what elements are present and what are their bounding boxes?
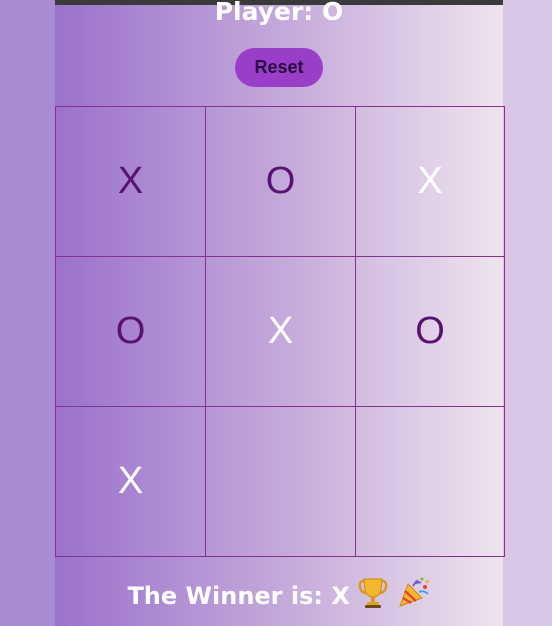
winner-banner: The Winner is: X: [55, 576, 503, 618]
page-background-right: [503, 0, 552, 626]
party-popper-icon: [397, 576, 431, 618]
page-background-left: [0, 0, 55, 626]
board-cell-1[interactable]: X: [55, 106, 206, 257]
winner-text: The Winner is: X: [127, 582, 350, 610]
board-cell-4[interactable]: O: [55, 256, 206, 407]
board-cell-7[interactable]: X: [55, 406, 206, 557]
board-cell-8[interactable]: [205, 406, 356, 557]
board-cell-9[interactable]: [355, 406, 505, 557]
board-cell-5[interactable]: X: [205, 256, 356, 407]
trophy-icon: [358, 576, 388, 618]
reset-button[interactable]: Reset: [235, 48, 323, 87]
board-cell-2[interactable]: O: [205, 106, 356, 257]
board-cell-3[interactable]: X: [355, 106, 505, 257]
board-cell-6[interactable]: O: [355, 256, 505, 407]
current-player-label: Player: O: [214, 0, 344, 26]
game-board: X O X O X O X: [55, 106, 505, 557]
